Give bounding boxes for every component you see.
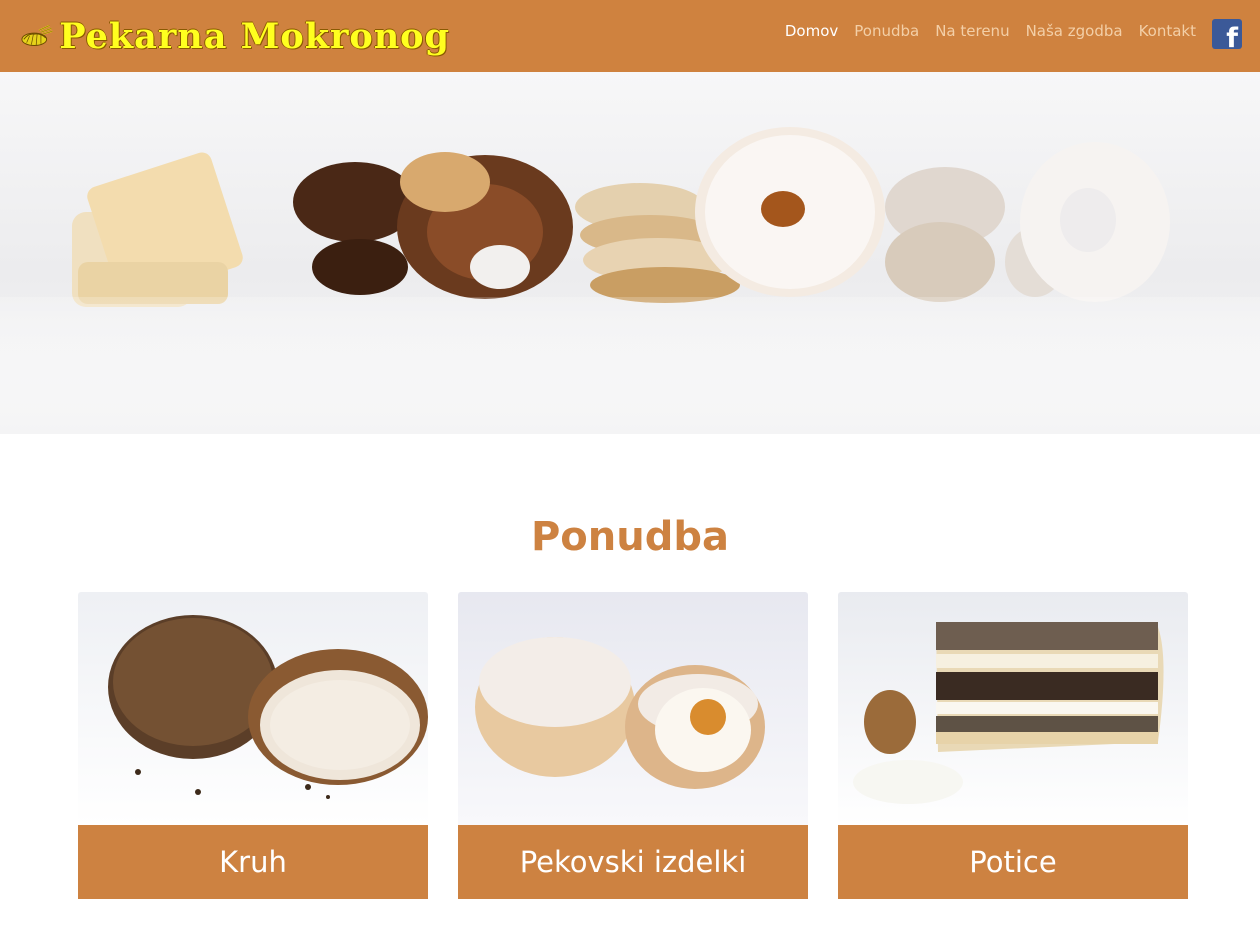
main-nav: Domov Ponudba Na terenu Naša zgodba Kont… (785, 22, 1196, 40)
offer-card-kruh[interactable]: Kruh (78, 592, 428, 899)
offer-section-title: Ponudba (530, 514, 729, 560)
linzer-cookies (575, 127, 885, 303)
shortbread-bars (72, 152, 243, 307)
nav-item-nasa-zgodba[interactable]: Naša zgodba (1026, 22, 1123, 40)
offer-card-label: Potice (969, 845, 1057, 879)
hero-banner (0, 72, 1260, 434)
brand-logo[interactable]: Pekarna Mokronog (20, 10, 450, 62)
potica-image (838, 592, 1188, 825)
offer-card-label-bg: Kruh (78, 825, 428, 899)
chocolate-cookies (293, 152, 573, 299)
offer-card-label-bg: Pekovski izdelki (458, 825, 808, 899)
offer-card-label: Kruh (219, 845, 287, 879)
hero-cookies-image (0, 127, 1260, 434)
donuts-image (458, 592, 808, 825)
nav-item-na-terenu[interactable]: Na terenu (935, 22, 1009, 40)
nav-item-domov[interactable]: Domov (785, 22, 838, 40)
vanilla-crescents (885, 142, 1170, 302)
bread-image (78, 592, 428, 825)
facebook-icon[interactable]: f (1212, 19, 1242, 49)
offer-card-label: Pekovski izdelki (519, 845, 747, 879)
offer-card-potice[interactable]: Potice (838, 592, 1188, 899)
navbar: Pekarna Mokronog Domov Ponudba Na terenu… (0, 0, 1260, 72)
nav-item-ponudba[interactable]: Ponudba (854, 22, 919, 40)
offer-card-label-bg: Potice (838, 825, 1188, 899)
nav-item-kontakt[interactable]: Kontakt (1139, 22, 1196, 40)
croissant-logo-icon (21, 24, 53, 46)
brand-name: Pekarna Mokronog (59, 15, 450, 57)
offer-card-pekovski-izdelki[interactable]: Pekovski izdelki (458, 592, 808, 899)
